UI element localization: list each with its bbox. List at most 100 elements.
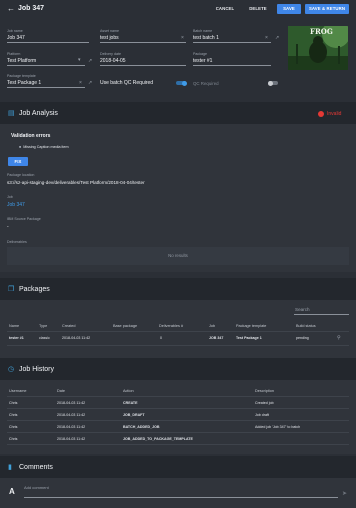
job-name-field[interactable]: Job 347 xyxy=(7,35,25,41)
row-divider xyxy=(7,345,349,346)
col-description[interactable]: Description xyxy=(255,389,274,393)
col-date[interactable]: Date xyxy=(57,389,65,393)
asset-thumbnail: FROG xyxy=(288,26,348,70)
job-link[interactable]: Job 347 xyxy=(7,202,25,208)
col-created[interactable]: Created xyxy=(62,324,76,328)
package-template-underline xyxy=(7,87,85,88)
batch-name-field[interactable]: test batch 1 xyxy=(193,35,219,41)
batch-qc-label: Use batch QC Required xyxy=(100,80,154,86)
table-row[interactable]: tester #1 classic 2018-04-03 11:42 0 JOB… xyxy=(7,333,349,344)
package-template-label: Package template xyxy=(7,74,36,78)
app-header: ← Job 347 CANCEL DELETE SAVE SAVE & RETU… xyxy=(0,0,356,18)
open-link-icon[interactable]: ↗ xyxy=(275,35,279,41)
save-button[interactable]: SAVE xyxy=(277,4,301,14)
clear-icon[interactable]: × xyxy=(265,35,268,41)
add-comment-input[interactable]: Add comment xyxy=(24,485,49,490)
job-analysis-panel: Validation errors ■ Missing Caption media… xyxy=(0,124,356,272)
row-divider xyxy=(7,432,349,433)
package-location-value: s3://sz-api-staging-dev/deliverables/Tes… xyxy=(7,180,145,185)
cell-type: classic xyxy=(39,336,50,340)
cell-package-template[interactable]: Test Package 1 xyxy=(236,336,262,340)
col-username[interactable]: Username xyxy=(9,389,27,393)
error-item-text: Missing Caption media item xyxy=(23,145,69,149)
open-link-icon[interactable]: ↗ xyxy=(88,58,92,64)
job-analysis-title: Job Analysis xyxy=(19,110,58,117)
packages-search-input[interactable]: Search xyxy=(295,307,310,312)
cell-description: Job draft xyxy=(255,413,269,417)
row-divider xyxy=(7,420,349,421)
cell-username: Chris xyxy=(9,437,18,441)
asset-name-underline xyxy=(100,42,186,43)
delete-button[interactable]: DELETE xyxy=(246,4,270,14)
asset-name-field[interactable]: test jobs xyxy=(100,35,119,41)
cell-date: 2018-04-03 11:42 xyxy=(57,401,86,405)
cell-username: Chris xyxy=(9,413,18,417)
fix-button[interactable]: FIX xyxy=(8,157,28,166)
cell-action: JOB_DRAFT xyxy=(123,413,145,417)
cell-created: 2018-04-03 11:42 xyxy=(62,336,91,340)
cell-date: 2018-04-03 11:42 xyxy=(57,413,86,417)
history-header: ◷ Job History xyxy=(0,358,356,380)
cell-action: BATCH_ADDED_JOB xyxy=(123,425,160,429)
delivery-date-field[interactable]: 2018-04-05 xyxy=(100,58,126,64)
dropdown-arrow-icon[interactable]: ▾ xyxy=(78,57,81,63)
row-search-icon[interactable]: ⚲ xyxy=(337,335,341,341)
cell-action: JOB_ADDED_TO_PACKAGE_TEMPLATE xyxy=(123,437,193,441)
packages-panel: Search Name Type Created Base package De… xyxy=(0,300,356,358)
delivery-date-underline xyxy=(100,65,186,66)
clear-icon[interactable]: × xyxy=(79,80,82,86)
header-divider xyxy=(7,331,349,332)
batch-name-label: Batch name xyxy=(193,29,213,33)
col-base-package[interactable]: Base package xyxy=(113,324,137,328)
back-arrow-icon[interactable]: ← xyxy=(6,4,16,14)
send-icon[interactable]: ➤ xyxy=(342,490,347,497)
cell-name: tester #1 xyxy=(9,336,24,340)
job-label: Job xyxy=(7,195,13,199)
job-name-label: Job name xyxy=(7,29,23,33)
asset-name-label: Asset name xyxy=(100,29,119,33)
package-label: Package xyxy=(193,52,207,56)
delivery-date-label: Delivery date xyxy=(100,52,121,56)
package-template-field[interactable]: Test Package 1 xyxy=(7,80,41,86)
package-location-label: Package location xyxy=(7,173,35,177)
packages-title: Packages xyxy=(19,286,50,293)
cell-action: CREATE xyxy=(123,401,138,405)
validation-errors-title: Validation errors xyxy=(11,133,51,139)
comments-panel: A Add comment ➤ xyxy=(0,478,356,508)
col-job[interactable]: Job xyxy=(209,324,215,328)
row-divider xyxy=(7,408,349,409)
col-deliverables[interactable]: Deliverables # xyxy=(159,324,183,328)
job-analysis-header: ▤ Job Analysis Invalid xyxy=(0,102,356,124)
search-underline xyxy=(294,314,349,315)
cell-job[interactable]: JOB 347 xyxy=(209,336,223,340)
cell-description: Added job 'Job 347' to batch xyxy=(255,425,301,429)
col-package-template[interactable]: Package template xyxy=(236,324,266,328)
ibm-source-value: - xyxy=(7,224,9,230)
open-link-icon[interactable]: ↗ xyxy=(88,80,92,86)
col-name[interactable]: Name xyxy=(9,324,19,328)
comments-title: Comments xyxy=(19,464,53,471)
packages-header: ❐ Packages xyxy=(0,278,356,300)
qc-required-toggle-knob xyxy=(268,80,273,86)
clear-icon[interactable]: × xyxy=(181,35,184,41)
history-row: Chris 2018-04-03 11:42 JOB_DRAFT Job dra… xyxy=(7,410,349,420)
cell-date: 2018-04-03 11:42 xyxy=(57,437,86,441)
avatar: A xyxy=(9,487,15,496)
cell-username: Chris xyxy=(9,425,18,429)
comment-icon: ▮ xyxy=(8,464,12,471)
error-icon: ■ xyxy=(19,145,22,149)
page-title: Job 347 xyxy=(18,5,45,12)
platform-select[interactable]: Test Platform xyxy=(7,58,36,64)
col-action[interactable]: Action xyxy=(123,389,134,393)
package-field[interactable]: tester #1 xyxy=(193,58,212,64)
col-type[interactable]: Type xyxy=(39,324,47,328)
cell-deliverables: 0 xyxy=(160,336,162,340)
platform-underline xyxy=(7,65,85,66)
qc-required-label: QC Required xyxy=(193,81,219,86)
cancel-button[interactable]: CANCEL xyxy=(212,4,238,14)
error-item: ■ Missing Caption media item xyxy=(19,145,69,149)
comment-underline xyxy=(24,497,338,498)
col-build-status[interactable]: Build status xyxy=(296,324,316,328)
invalid-status-label: Invalid xyxy=(327,111,342,117)
save-return-button[interactable]: SAVE & RETURN xyxy=(305,4,349,14)
